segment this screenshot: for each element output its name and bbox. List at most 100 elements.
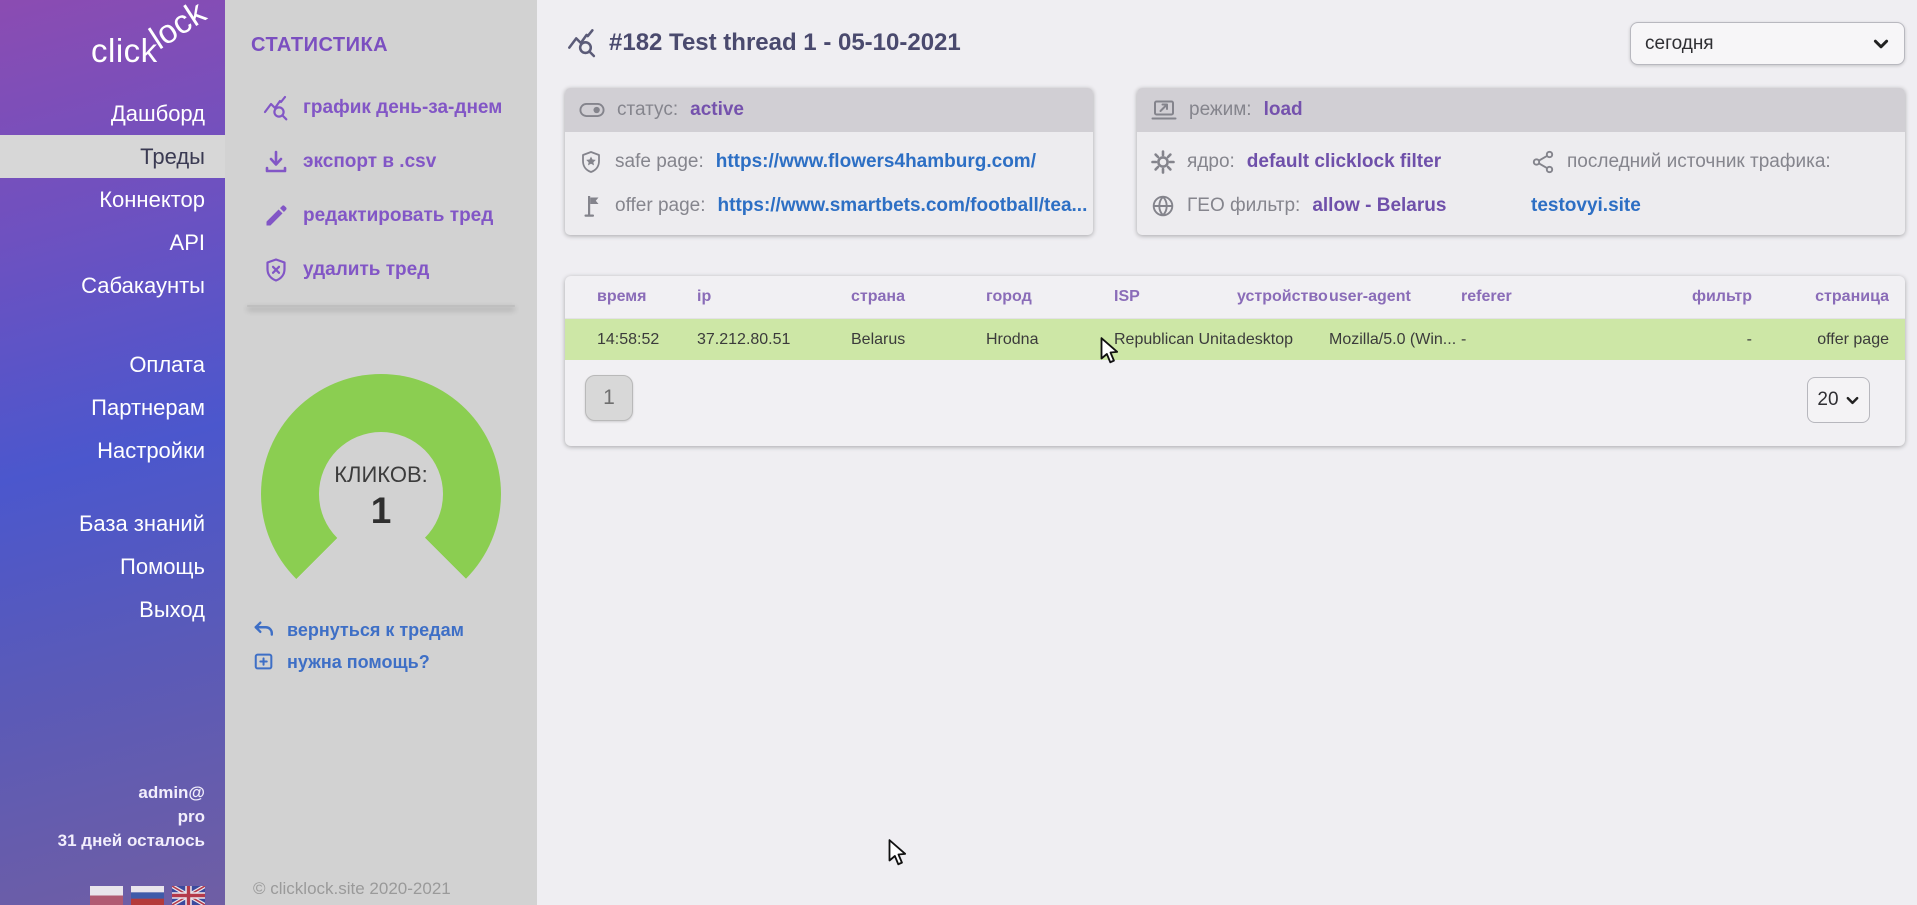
account-plan: pro [58, 805, 205, 829]
chart-zoom-icon [263, 95, 289, 121]
offer-page-link[interactable]: https://www.smartbets.com/football/tea..… [718, 195, 1088, 217]
cell-referer: - [1461, 331, 1691, 349]
traffic-source-row: последний источник трафика: [1531, 140, 1891, 184]
action-label: редактировать тред [303, 205, 493, 227]
sidebar-item-payment[interactable]: Оплата [0, 343, 225, 386]
safe-page-label: safe page: [615, 151, 704, 173]
sidebar-item-help[interactable]: Помощь [0, 545, 225, 588]
status-value: active [690, 99, 744, 121]
sidebar-item-settings[interactable]: Настройки [0, 429, 225, 472]
toggle-icon [579, 97, 605, 123]
copyright-footer: © clicklock.site 2020-2021 [253, 879, 451, 899]
sidebar-item-partners[interactable]: Партнерам [0, 386, 225, 429]
flag-icon [579, 194, 603, 218]
day-by-day-chart-button[interactable]: график день-за-днем [225, 81, 537, 135]
cell-filter: - [1691, 331, 1752, 349]
kernel-label: ядро: [1187, 151, 1235, 173]
column-header-ip: ip [697, 288, 851, 306]
main-content: #182 Test thread 1 - 05-10-2021 сегодня … [537, 0, 1917, 905]
gauge-value: 1 [261, 490, 501, 532]
sidebar-item-logout[interactable]: Выход [0, 588, 225, 631]
gauge-label: КЛИКОВ: [261, 462, 501, 488]
russia-flag-icon[interactable] [131, 886, 164, 905]
export-csv-button[interactable]: экспорт в .csv [225, 135, 537, 189]
share-icon [1531, 150, 1555, 174]
geo-filter-label: ГЕО фильтр: [1187, 195, 1300, 217]
kernel-value: default clicklock filter [1247, 151, 1441, 173]
mode-value: load [1264, 99, 1303, 121]
account-info: admin@ pro 31 дней осталось [58, 781, 205, 853]
thread-header: #182 Test thread 1 - 05-10-2021 [567, 28, 961, 58]
column-header-referer: referer [1461, 288, 1691, 306]
help-icon [253, 651, 275, 673]
sidebar-item-knowledge-base[interactable]: База знаний [0, 502, 225, 545]
account-email: admin@ [58, 781, 205, 805]
need-help-link[interactable]: нужна помощь? [253, 646, 464, 678]
clicks-table-card: время ip страна город ISP устройство use… [565, 276, 1905, 446]
status-card: статус: active safe page: https://www.fl… [565, 88, 1093, 235]
column-header-time: время [597, 288, 697, 306]
traffic-source-link-row: testovyi.site [1531, 184, 1891, 228]
column-header-user-agent: user-agent [1329, 288, 1461, 306]
action-label: график день-за-днем [303, 97, 502, 119]
uk-flag-icon[interactable] [172, 886, 205, 905]
shield-x-icon [263, 257, 289, 283]
download-icon [263, 149, 289, 175]
page-size-select[interactable]: 20 [1807, 377, 1870, 423]
offer-page-row: offer page: https://www.smartbets.com/fo… [579, 184, 1079, 228]
account-days-left: 31 дней осталось [58, 829, 205, 853]
column-header-isp: ISP [1114, 288, 1237, 306]
gear-icon [1151, 150, 1175, 174]
cell-time: 14:58:52 [597, 331, 697, 349]
sidebar-item-api[interactable]: API [0, 221, 225, 264]
stats-title: СТАТИСТИКА [225, 0, 537, 57]
chevron-down-icon [1872, 35, 1890, 53]
page-title: #182 Test thread 1 - 05-10-2021 [609, 29, 961, 57]
globe-icon [1151, 194, 1175, 218]
sidebar: click lock Дашборд Треды Коннектор API С… [0, 0, 225, 905]
logo-text-click: click [91, 32, 158, 70]
back-to-threads-link[interactable]: вернуться к тредам [253, 614, 464, 646]
safe-page-link[interactable]: https://www.flowers4hamburg.com/ [716, 151, 1036, 173]
column-header-filter: фильтр [1691, 288, 1752, 306]
link-label: вернуться к тредам [287, 620, 464, 641]
table-row[interactable]: 14:58:52 37.212.80.51 Belarus Hrodna Rep… [565, 318, 1905, 360]
cell-country: Belarus [851, 331, 986, 349]
cell-page: offer page [1752, 331, 1889, 349]
status-label: статус: [617, 99, 678, 121]
clicks-gauge: КЛИКОВ: 1 [261, 374, 501, 614]
sidebar-item-connector[interactable]: Коннектор [0, 178, 225, 221]
screen-share-icon [1151, 97, 1177, 123]
traffic-source-link[interactable]: testovyi.site [1531, 195, 1641, 217]
stats-panel: СТАТИСТИКА график день-за-днем экспорт в… [225, 0, 537, 905]
sidebar-item-subaccounts[interactable]: Сабакаунты [0, 264, 225, 307]
cell-city: Hrodna [986, 331, 1114, 349]
action-label: удалить тред [303, 259, 429, 281]
mode-card-header: режим: load [1137, 88, 1905, 132]
column-header-device: устройство [1237, 288, 1329, 306]
geo-filter-value: allow - Belarus [1312, 195, 1446, 217]
sidebar-item-dashboard[interactable]: Дашборд [0, 92, 225, 135]
pencil-icon [263, 203, 289, 229]
geo-filter-row: ГЕО фильтр: allow - Belarus [1151, 184, 1531, 228]
chevron-down-icon [1845, 393, 1860, 408]
cell-user-agent: Mozilla/5.0 (Win... [1329, 331, 1461, 349]
page-1-button[interactable]: 1 [585, 375, 633, 421]
edit-thread-button[interactable]: редактировать тред [225, 189, 537, 243]
traffic-source-label: последний источник трафика: [1567, 151, 1831, 173]
chart-zoom-icon [567, 28, 597, 58]
offer-page-label: offer page: [615, 195, 706, 217]
link-label: нужна помощь? [287, 652, 430, 673]
divider [247, 305, 515, 307]
sidebar-item-threads[interactable]: Треды [0, 135, 225, 178]
cell-ip: 37.212.80.51 [697, 331, 851, 349]
language-switcher [90, 886, 205, 905]
period-select[interactable]: сегодня [1630, 22, 1905, 65]
table-header-row: время ip страна город ISP устройство use… [565, 276, 1905, 318]
period-select-value: сегодня [1645, 33, 1714, 55]
mode-label: режим: [1189, 99, 1252, 121]
page-size-value: 20 [1817, 389, 1838, 411]
delete-thread-button[interactable]: удалить тред [225, 243, 537, 297]
poland-flag-icon[interactable] [90, 886, 123, 905]
cell-device: desktop [1237, 331, 1329, 349]
